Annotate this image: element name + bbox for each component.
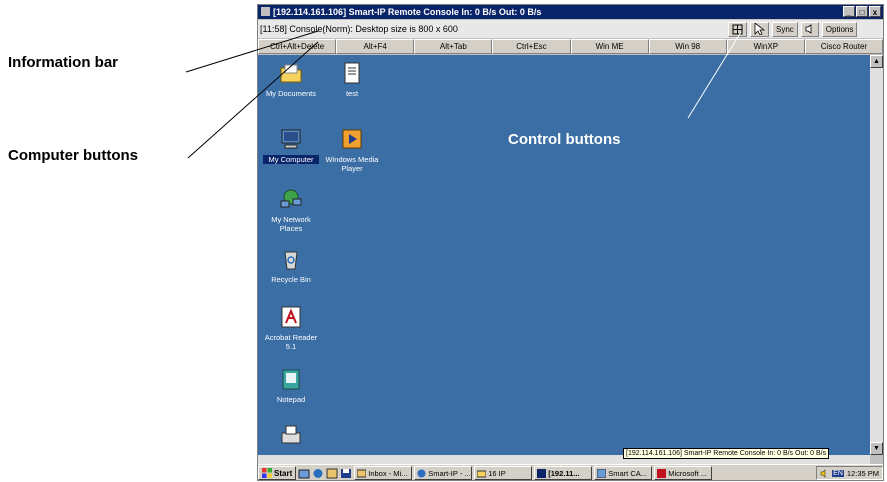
callout-computer-buttons: Computer buttons	[8, 147, 138, 164]
task-microsoft[interactable]: Microsoft ...	[654, 466, 713, 480]
sync-button[interactable]: Sync	[772, 21, 798, 37]
mouse-pointer-icon	[754, 23, 765, 35]
window-title: [192.114.161.106] Smart-IP Remote Consol…	[273, 7, 542, 17]
alt-f4-button[interactable]: Alt+F4	[336, 39, 415, 54]
start-label: Start	[274, 468, 293, 478]
ctrl-esc-button[interactable]: Ctrl+Esc	[492, 39, 571, 54]
information-bar: [11:58] Console(Norm): Desktop size is 8…	[258, 20, 883, 38]
options-label: Options	[825, 24, 854, 34]
scroll-down-arrow[interactable]: ▼	[870, 442, 883, 455]
options-button[interactable]: Options	[821, 21, 858, 37]
network-icon	[280, 189, 302, 208]
desktop-icon-acrobat-reader[interactable]: Acrobat Reader 5.1	[263, 305, 319, 351]
cisco-router-button[interactable]: Cisco Router	[804, 39, 883, 54]
scroll-track[interactable]	[870, 68, 883, 442]
maximize-button[interactable]: □	[856, 6, 868, 17]
acrobat-icon	[281, 306, 301, 328]
speaker-icon	[805, 24, 812, 34]
desktop-icon-test[interactable]: test	[324, 61, 380, 98]
win-98-button[interactable]: Win 98	[648, 39, 727, 54]
folder-icon	[280, 64, 302, 83]
app-icon	[261, 7, 270, 16]
fit-screen-icon	[732, 24, 743, 34]
info-bar-text: [11:58] Console(Norm): Desktop size is 8…	[260, 24, 458, 34]
win-me-button[interactable]: Win ME	[570, 39, 649, 54]
windows-logo-icon	[262, 468, 272, 478]
task-inbox[interactable]: Inbox - Mi...	[354, 466, 413, 480]
fit-screen-button[interactable]	[728, 21, 747, 37]
vertical-scrollbar[interactable]: ▲ ▼	[870, 55, 883, 455]
task-smart-ip[interactable]: Smart-IP - ...	[414, 466, 473, 480]
language-indicator[interactable]: EN	[832, 469, 844, 477]
clock: 12:35 PM	[846, 468, 879, 478]
window-small-icon	[597, 468, 607, 478]
browser-icon	[417, 469, 426, 477]
media-player-icon	[342, 129, 362, 149]
recycle-bin-icon	[284, 251, 298, 270]
sound-button[interactable]	[800, 21, 819, 37]
computer-buttons-bar: Ctrl+Alt+Delete Alt+F4 Alt+Tab Ctrl+Esc …	[258, 39, 883, 54]
desktop-icon-windows-media-player[interactable]: Windows Media Player	[324, 127, 380, 173]
document-icon	[344, 62, 360, 84]
folder-small-icon	[477, 470, 487, 477]
task-remote-console[interactable]: [192.11...	[534, 466, 593, 480]
callout-information-bar: Information bar	[8, 54, 119, 71]
notepad-icon	[282, 369, 300, 390]
minimize-button[interactable]: _	[843, 6, 855, 17]
desktop-icon-my-network-places[interactable]: My Network Places	[263, 187, 319, 233]
desktop-icon-my-computer[interactable]: My Computer	[263, 127, 319, 164]
internet-explorer-icon[interactable]	[312, 468, 324, 479]
remote-desktop[interactable]: My Documents test My Computer Windows Me…	[258, 55, 870, 455]
printer-icon	[281, 425, 301, 444]
mouse-pointer-button[interactable]	[750, 21, 769, 37]
remote-console-window: [192.114.161.106] Smart-IP Remote Consol…	[257, 4, 884, 481]
sync-label: Sync	[776, 24, 794, 34]
remote-taskbar: Start Inbox - Mi... Smart-IP - ... 16 IP…	[258, 464, 883, 480]
console-icon	[537, 468, 547, 478]
system-tray: EN 12:35 PM	[816, 466, 883, 480]
outlook-icon[interactable]	[326, 468, 338, 479]
window-titlebar[interactable]: [192.114.161.106] Smart-IP Remote Consol…	[258, 5, 883, 19]
control-buttons: Sync Options	[728, 21, 858, 37]
scroll-up-arrow[interactable]: ▲	[870, 55, 883, 68]
desktop-icon-notepad[interactable]: Notepad	[263, 367, 319, 404]
show-desktop-icon[interactable]	[298, 468, 310, 479]
callout-control-buttons: Control buttons	[508, 131, 621, 148]
window-controls: _ □ x	[843, 6, 881, 17]
desktop-icon-my-documents[interactable]: My Documents	[263, 61, 319, 98]
ctrl-alt-delete-button[interactable]: Ctrl+Alt+Delete	[258, 39, 337, 54]
tray-speaker-icon[interactable]	[820, 468, 829, 478]
alt-tab-button[interactable]: Alt+Tab	[414, 39, 493, 54]
tray-tooltip: [192.114.161.106] Smart-IP Remote Consol…	[623, 448, 830, 459]
desktop-icon-recycle-bin[interactable]: Recycle Bin	[263, 247, 319, 284]
mail-icon	[357, 469, 367, 477]
task-16-ip[interactable]: 16 IP	[474, 466, 533, 480]
save-icon[interactable]	[340, 468, 352, 479]
computer-icon	[281, 129, 301, 149]
office-icon	[657, 468, 667, 478]
desktop-icon-partial[interactable]	[263, 423, 319, 451]
win-xp-button[interactable]: WinXP	[726, 39, 805, 54]
task-smart-ca[interactable]: Smart CA...	[594, 466, 653, 480]
close-button[interactable]: x	[869, 6, 881, 17]
start-button[interactable]: Start	[258, 466, 297, 480]
